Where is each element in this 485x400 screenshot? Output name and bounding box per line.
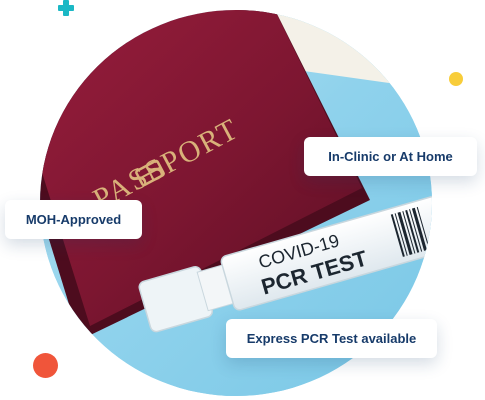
yellow-dot-decoration bbox=[449, 72, 463, 86]
moh-approved-badge: MOH-Approved bbox=[5, 200, 142, 239]
hero-visual: PASSPORT COVID-19 PCR TEST In-Clinic or … bbox=[0, 0, 485, 400]
red-dot-decoration bbox=[33, 353, 58, 378]
express-pcr-badge: Express PCR Test available bbox=[226, 319, 437, 358]
plus-icon bbox=[58, 0, 74, 16]
in-clinic-badge: In-Clinic or At Home bbox=[304, 137, 477, 176]
